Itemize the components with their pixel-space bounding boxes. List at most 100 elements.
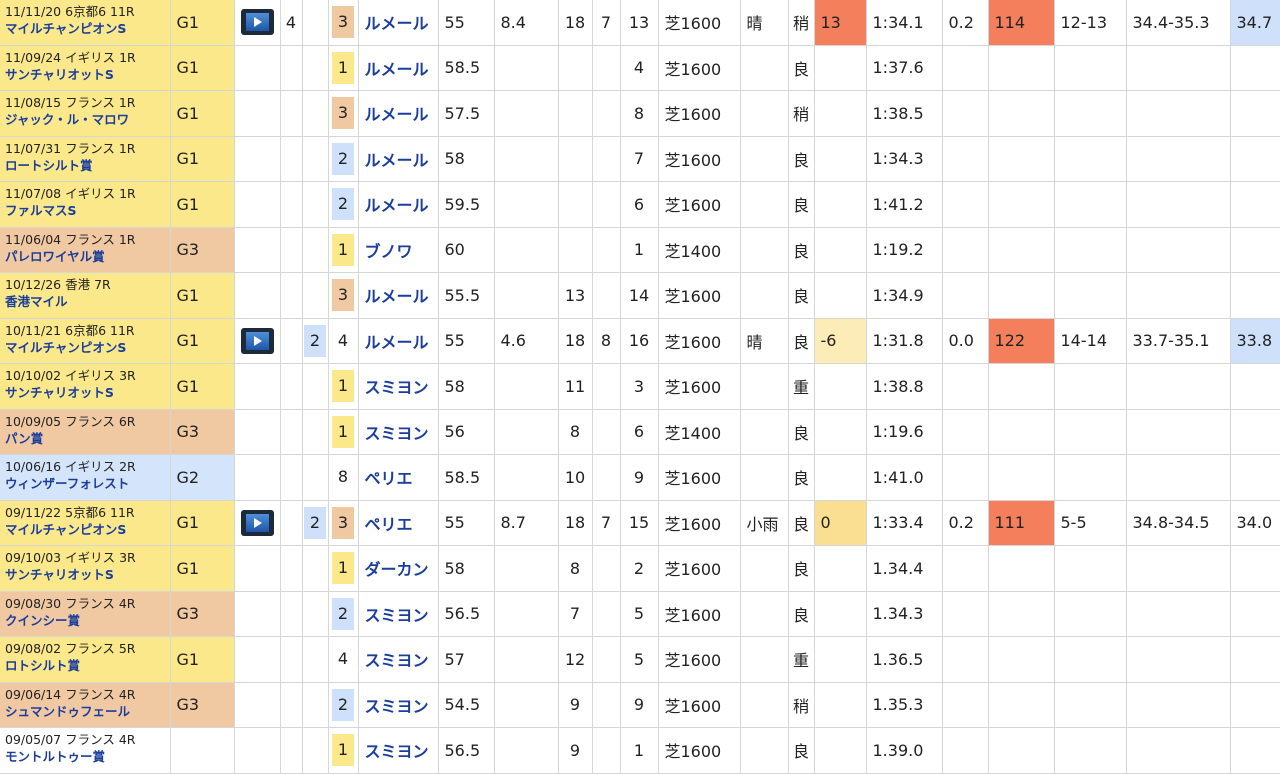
jockey-name-link[interactable]: スミヨン bbox=[357, 681, 439, 728]
finish-place: 3 bbox=[327, 90, 359, 137]
race-date: 10/11/21 6京都6 11R bbox=[5, 322, 135, 338]
race-cell[interactable]: 11/08/15 フランス 1R ジャック・ル・マロワ bbox=[0, 90, 171, 137]
jockey-name-link[interactable]: ペリエ bbox=[357, 454, 439, 501]
race-cell[interactable]: 09/11/22 5京都6 11R マイルチャンピオンS bbox=[0, 499, 171, 546]
race-cell[interactable]: 09/10/03 イギリス 3R サンチャリオットS bbox=[0, 545, 171, 592]
race-name-link[interactable]: ロートシルト賞 bbox=[5, 157, 169, 174]
speed-index: 114 bbox=[987, 0, 1055, 46]
race-name-link[interactable]: マイルチャンピオンS bbox=[5, 339, 169, 356]
video-cell[interactable] bbox=[233, 0, 281, 46]
race-cell[interactable]: 11/07/31 フランス 1R ロートシルト賞 bbox=[0, 135, 171, 182]
horse-number: 5 bbox=[619, 590, 659, 637]
race-date: 10/09/05 フランス 6R bbox=[5, 413, 136, 429]
race-name-link[interactable]: ウィンザーフォレスト bbox=[5, 475, 169, 492]
race-grade: G1 bbox=[169, 44, 235, 91]
jockey-name-link[interactable]: ペリエ bbox=[357, 499, 439, 546]
table-row: 09/05/07 フランス 4R モントルトゥー賞 1 スミヨン 56.5 9 … bbox=[0, 727, 1280, 774]
race-name-link[interactable]: マイルチャンピオンS bbox=[5, 521, 169, 538]
waku-number bbox=[301, 226, 329, 273]
jockey-name-link[interactable]: スミヨン bbox=[357, 636, 439, 683]
race-name-link[interactable]: ファルマスS bbox=[5, 202, 169, 219]
track-diff bbox=[813, 408, 867, 455]
pace: 33.7-35.1 bbox=[1125, 317, 1231, 364]
speed-index: 122 bbox=[987, 317, 1055, 364]
speed-index bbox=[987, 44, 1055, 91]
race-cell[interactable]: 11/11/20 6京都6 11R マイルチャンピオンS bbox=[0, 0, 171, 46]
race-date: 09/08/30 フランス 4R bbox=[5, 595, 136, 611]
race-name-link[interactable]: サンチャリオットS bbox=[5, 384, 169, 401]
odds bbox=[493, 408, 559, 455]
race-name-link[interactable]: シュマンドゥフェール bbox=[5, 703, 169, 720]
course: 芝1600 bbox=[657, 181, 741, 228]
track-condition: 重 bbox=[787, 363, 815, 410]
race-name-link[interactable]: パン賞 bbox=[5, 430, 169, 447]
video-cell[interactable] bbox=[233, 317, 281, 364]
race-name-link[interactable]: 香港マイル bbox=[5, 293, 169, 310]
race-name-link[interactable]: パレロワイヤル賞 bbox=[5, 248, 169, 265]
race-cell[interactable]: 09/08/30 フランス 4R クインシー賞 bbox=[0, 590, 171, 637]
field-size: 9 bbox=[557, 681, 593, 728]
race-name-link[interactable]: サンチャリオットS bbox=[5, 66, 169, 83]
margin bbox=[941, 408, 989, 455]
weather: 晴 bbox=[739, 317, 789, 364]
race-name-link[interactable]: ジャック・ル・マロワ bbox=[5, 111, 169, 128]
race-name-link[interactable]: サンチャリオットS bbox=[5, 566, 169, 583]
race-cell[interactable]: 11/06/04 フランス 1R パレロワイヤル賞 bbox=[0, 226, 171, 273]
odds bbox=[493, 226, 559, 273]
race-cell[interactable]: 10/06/16 イギリス 2R ウィンザーフォレスト bbox=[0, 454, 171, 501]
race-name-link[interactable]: モントルトゥー賞 bbox=[5, 748, 169, 765]
video-play-icon[interactable] bbox=[240, 327, 274, 354]
jockey-name-link[interactable]: スミヨン bbox=[357, 727, 439, 774]
odds bbox=[493, 272, 559, 319]
race-cell[interactable]: 09/06/14 フランス 4R シュマンドゥフェール bbox=[0, 681, 171, 728]
passing-position bbox=[1053, 90, 1127, 137]
pace: 34.4-35.3 bbox=[1125, 0, 1231, 46]
jockey-name-link[interactable]: スミヨン bbox=[357, 590, 439, 637]
race-cell[interactable]: 10/09/05 フランス 6R パン賞 bbox=[0, 408, 171, 455]
video-cell[interactable] bbox=[233, 499, 281, 546]
jockey-name-link[interactable]: ルメール bbox=[357, 317, 439, 364]
track-diff bbox=[813, 44, 867, 91]
race-cell[interactable]: 10/10/02 イギリス 3R サンチャリオットS bbox=[0, 363, 171, 410]
horse-number: 13 bbox=[619, 0, 659, 46]
video-play-icon[interactable] bbox=[240, 509, 274, 536]
race-cell[interactable]: 09/08/02 フランス 5R ロトシルト賞 bbox=[0, 636, 171, 683]
race-cell[interactable]: 10/12/26 香港 7R 香港マイル bbox=[0, 272, 171, 319]
jockey-name-link[interactable]: ルメール bbox=[357, 135, 439, 182]
video-cell bbox=[233, 181, 281, 228]
video-play-icon[interactable] bbox=[240, 9, 274, 36]
horse-number: 5 bbox=[619, 636, 659, 683]
last-3f bbox=[1229, 545, 1280, 592]
horse-number: 3 bbox=[619, 363, 659, 410]
track-condition: 良 bbox=[787, 272, 815, 319]
gate-number bbox=[279, 590, 303, 637]
finish-time: 1:41.0 bbox=[865, 454, 943, 501]
race-cell[interactable]: 09/05/07 フランス 4R モントルトゥー賞 bbox=[0, 727, 171, 774]
jockey-name-link[interactable]: ルメール bbox=[357, 181, 439, 228]
jockey-name-link[interactable]: ルメール bbox=[357, 90, 439, 137]
jockey-name-link[interactable]: スミヨン bbox=[357, 408, 439, 455]
jockey-name-link[interactable]: ブノワ bbox=[357, 226, 439, 273]
jockey-name-link[interactable]: ルメール bbox=[357, 0, 439, 46]
race-cell[interactable]: 11/09/24 イギリス 1R サンチャリオットS bbox=[0, 44, 171, 91]
video-cell bbox=[233, 90, 281, 137]
jockey-name-link[interactable]: ダーカン bbox=[357, 545, 439, 592]
weather bbox=[739, 727, 789, 774]
race-name-link[interactable]: ロトシルト賞 bbox=[5, 657, 169, 674]
last-3f bbox=[1229, 681, 1280, 728]
weight: 56.5 bbox=[437, 590, 495, 637]
jockey-name-link[interactable]: ルメール bbox=[357, 272, 439, 319]
weather bbox=[739, 408, 789, 455]
race-name-link[interactable]: クインシー賞 bbox=[5, 612, 169, 629]
race-date: 11/07/31 フランス 1R bbox=[5, 140, 136, 156]
table-row: 09/10/03 イギリス 3R サンチャリオットS G1 1 ダーカン 58 … bbox=[0, 545, 1280, 592]
odds bbox=[493, 135, 559, 182]
race-cell[interactable]: 10/11/21 6京都6 11R マイルチャンピオンS bbox=[0, 317, 171, 364]
race-cell[interactable]: 11/07/08 イギリス 1R ファルマスS bbox=[0, 181, 171, 228]
race-name-link[interactable]: マイルチャンピオンS bbox=[5, 20, 169, 37]
jockey-name-link[interactable]: ルメール bbox=[357, 44, 439, 91]
finish-time: 1:38.8 bbox=[865, 363, 943, 410]
jockey-name-link[interactable]: スミヨン bbox=[357, 363, 439, 410]
popularity bbox=[591, 363, 621, 410]
horse-number: 8 bbox=[619, 90, 659, 137]
